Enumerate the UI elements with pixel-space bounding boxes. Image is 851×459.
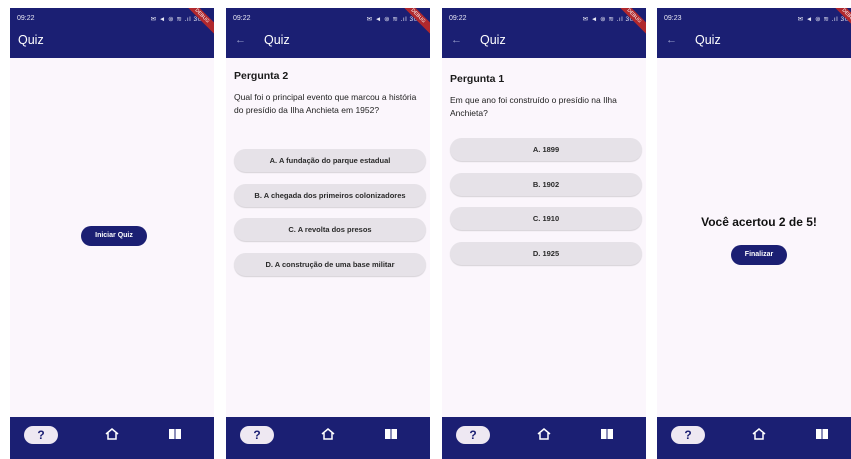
option-a[interactable]: A. 1899: [450, 138, 642, 161]
option-a[interactable]: A. A fundação do parque estadual: [234, 149, 426, 172]
phone-screen-result: 09:23 ✉ ◄ ⊚ ≋ .ıl 30% DEBUG ← Quiz Você …: [657, 8, 851, 459]
question-title: Pergunta 1: [450, 73, 505, 85]
option-b[interactable]: B. 1902: [450, 173, 642, 196]
status-time: 09:22: [449, 15, 467, 22]
app-bar: 09:22 ✉ ◄ ⊚ ≋ .ıl 30% DEBUG ← Quiz: [442, 8, 646, 58]
option-d[interactable]: D. 1925: [450, 242, 642, 265]
home-icon[interactable]: [320, 426, 336, 442]
home-icon[interactable]: [536, 426, 552, 442]
bottom-nav: ?: [226, 417, 430, 459]
app-title: Quiz: [695, 33, 721, 47]
bottom-nav: ?: [442, 417, 646, 459]
option-c[interactable]: C. A revolta dos presos: [234, 218, 426, 241]
app-bar: 09:22 ✉ ◄ ⊚ ≋ .ıl 30% DEBUG Quiz: [10, 8, 214, 58]
app-bar: 09:23 ✉ ◄ ⊚ ≋ .ıl 30% DEBUG ← Quiz: [657, 8, 851, 58]
back-arrow-icon[interactable]: ←: [451, 34, 462, 46]
book-icon[interactable]: [167, 426, 183, 442]
app-title: Quiz: [480, 33, 506, 47]
question-title: Pergunta 2: [234, 70, 289, 82]
debug-banner: DEBUG: [177, 8, 214, 41]
debug-banner: DEBUG: [824, 8, 851, 41]
debug-banner: DEBUG: [393, 8, 430, 41]
phone-screen-start: 09:22 ✉ ◄ ⊚ ≋ .ıl 30% DEBUG Quiz Iniciar…: [10, 8, 214, 459]
status-time: 09:22: [17, 15, 35, 22]
option-d[interactable]: D. A construção de uma base militar: [234, 253, 426, 276]
status-time: 09:22: [233, 15, 251, 22]
nav-quiz-button[interactable]: ?: [456, 426, 490, 444]
app-bar: 09:22 ✉ ◄ ⊚ ≋ .ıl 30% DEBUG ← Quiz: [226, 8, 430, 58]
nav-quiz-button[interactable]: ?: [671, 426, 705, 444]
option-c[interactable]: C. 1910: [450, 207, 642, 230]
option-b[interactable]: B. A chegada dos primeiros colonizadores: [234, 184, 426, 207]
nav-quiz-button[interactable]: ?: [240, 426, 274, 444]
book-icon[interactable]: [814, 426, 830, 442]
back-arrow-icon[interactable]: ←: [666, 34, 677, 46]
home-icon[interactable]: [751, 426, 767, 442]
debug-banner: DEBUG: [609, 8, 646, 41]
app-title: Quiz: [18, 33, 44, 47]
finish-button[interactable]: Finalizar: [731, 245, 787, 265]
phone-screen-question-2: 09:22 ✉ ◄ ⊚ ≋ .ıl 30% DEBUG ← Quiz Pergu…: [226, 8, 430, 459]
back-arrow-icon[interactable]: ←: [235, 34, 246, 46]
nav-quiz-button[interactable]: ?: [24, 426, 58, 444]
book-icon[interactable]: [383, 426, 399, 442]
question-text: Qual foi o principal evento que marcou a…: [234, 92, 417, 115]
bottom-nav: ?: [10, 417, 214, 459]
book-icon[interactable]: [599, 426, 615, 442]
status-time: 09:23: [664, 15, 682, 22]
home-icon[interactable]: [104, 426, 120, 442]
bottom-nav: ?: [657, 417, 851, 459]
phone-screen-question-1: 09:22 ✉ ◄ ⊚ ≋ .ıl 30% DEBUG ← Quiz Pergu…: [442, 8, 646, 459]
app-title: Quiz: [264, 33, 290, 47]
question-text: Em que ano foi construído o presídio na …: [450, 95, 617, 118]
start-quiz-button[interactable]: Iniciar Quiz: [81, 226, 147, 246]
result-text: Você acertou 2 de 5!: [701, 215, 817, 229]
